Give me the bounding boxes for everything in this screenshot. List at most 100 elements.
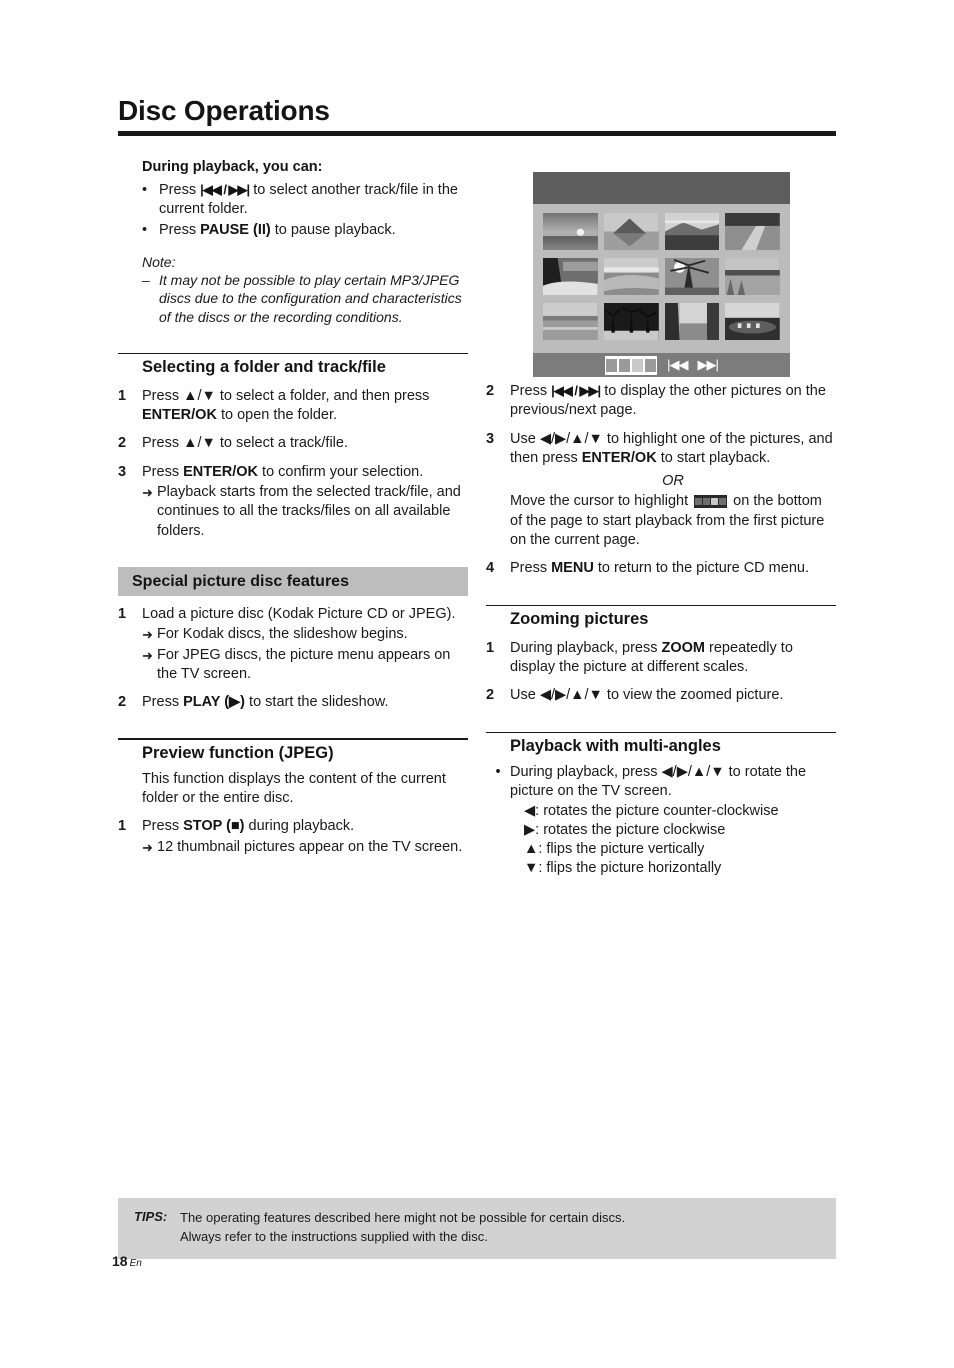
step-item: 2 Press ▲/▼ to select a track/file.: [118, 434, 468, 453]
prev-next-glyph: |◀◀ / ▶▶|: [200, 181, 250, 197]
step-item: 2 Use ◀/▶/▲/▼ to view the zoomed picture…: [486, 686, 836, 705]
tv-screen-header-bar: [533, 172, 790, 204]
bullet-text: Press |◀◀ / ▶▶| to select another track/…: [159, 181, 468, 220]
result-item: ➜ Playback starts from the selected trac…: [142, 483, 468, 541]
step-text: Press PLAY (▶) to start the slideshow.: [142, 693, 468, 712]
bullet-item: • Press |◀◀ / ▶▶| to select another trac…: [142, 181, 468, 220]
thumbnail-image: [603, 303, 659, 340]
page-number: 18 En: [112, 1253, 142, 1269]
thumbnail-image: [664, 213, 720, 250]
thumbnail-item: [725, 303, 780, 340]
thumbnail-image: [725, 258, 780, 295]
enter-ok-label: ENTER/OK: [183, 463, 259, 480]
bullet-marker: •: [142, 222, 148, 239]
step-text-b: to confirm your selection.: [258, 463, 424, 480]
or-label: OR: [662, 473, 684, 490]
thumbnail-image: [603, 213, 659, 250]
step-sentence: Press ENTER/OK to confirm your selection…: [142, 463, 468, 482]
language-code: En: [129, 1258, 142, 1269]
section-zooming-pictures: Zooming pictures 1 During playback, pres…: [486, 604, 836, 706]
thumbnail-image: [543, 258, 598, 295]
step-item: 2 Press PLAY (▶) to start the slideshow.: [118, 693, 468, 712]
thumbnail-image: [725, 303, 780, 340]
thumbnail-item: [543, 303, 598, 340]
step-text: Use ◀/▶/▲/▼ to highlight one of the pict…: [510, 430, 836, 551]
during-playback-heading: During playback, you can:: [142, 159, 323, 175]
filmstrip-cell: [695, 496, 703, 508]
step-number: 2: [486, 383, 495, 399]
note-label: Note:: [142, 253, 176, 270]
step-item: 1 Press STOP (■) during playback. ➜ 12 t…: [118, 817, 468, 857]
step-text-a: Press: [142, 463, 184, 480]
bullet-item: • During playback, press ◀/▶/▲/▼ to rota…: [486, 763, 836, 879]
section-preview-function: Preview function (JPEG) This function di…: [118, 738, 468, 856]
step-item: 1 Load a picture disc (Kodak Picture CD …: [118, 605, 468, 684]
result-text: Playback starts from the selected track/…: [157, 483, 461, 539]
filmstrip-cell: [619, 356, 631, 374]
filmstrip-icon[interactable]: [605, 355, 658, 375]
note-item: – It may not be possible to play certain…: [142, 271, 468, 327]
note-text: It may not be possible to play certain M…: [159, 271, 462, 325]
filmstrip-cell: [606, 356, 618, 374]
step-text-a: Press: [510, 383, 552, 399]
bullet-item: • Press PAUSE (II) to pause playback.: [142, 221, 468, 240]
step-text-b: during playback.: [244, 818, 355, 835]
multiangle-sub-line: ▲: flips the picture vertically: [524, 841, 705, 858]
zoom-button-label: ZOOM: [661, 639, 706, 656]
step-text-a: During playback, press: [510, 639, 662, 656]
tv-screen-illustration: |◀◀ ▶▶|: [533, 172, 790, 377]
tips-label: TIPS:: [134, 1209, 168, 1224]
note-marker: –: [142, 271, 150, 288]
section-title: Zooming pictures: [510, 610, 649, 629]
section-title: Special picture disc features: [132, 572, 349, 590]
menu-button-label: MENU: [551, 560, 594, 577]
section-divider: [486, 731, 836, 734]
section-divider: [486, 604, 836, 607]
next-page-icon[interactable]: ▶▶|: [698, 357, 719, 373]
step-text-a: Press ▲/▼ to select a folder, and then p…: [142, 387, 430, 404]
thumbnail-item: [603, 303, 659, 340]
arrow-right-icon: ➜: [142, 839, 153, 855]
thumbnail-image: [603, 258, 659, 295]
step-sentence: Press STOP (■) during playback.: [142, 817, 468, 836]
thumbnail-item: [664, 258, 720, 295]
section-title: Playback with multi-angles: [510, 737, 721, 756]
previous-page-icon[interactable]: |◀◀: [667, 357, 688, 373]
step-text: Press ENTER/OK to confirm your selection…: [142, 463, 468, 541]
step-sentence: Use ◀/▶/▲/▼ to highlight one of the pict…: [510, 430, 836, 469]
step-item: 1 During playback, press ZOOM repeatedly…: [486, 639, 836, 678]
page-title: Disc Operations: [118, 95, 330, 126]
step-text: Press STOP (■) during playback. ➜ 12 thu…: [142, 817, 468, 857]
arrow-right-icon: ➜: [142, 627, 153, 643]
multiangle-sub-line: ▶: rotates the picture clockwise: [524, 821, 726, 838]
bullet-suffix: to pause playback.: [270, 222, 396, 239]
section-multi-angles: Playback with multi-angles • During play…: [486, 731, 836, 879]
page-number-value: 18: [112, 1253, 128, 1269]
step-text-b: to start the slideshow.: [245, 694, 389, 711]
section-band: Special picture disc features: [118, 566, 468, 596]
thumbnail-image: [725, 213, 780, 250]
bullet-prefix: Press: [159, 222, 201, 239]
filmstrip-cell: [645, 356, 657, 374]
step-item: 4 Press MENU to return to the picture CD…: [486, 559, 836, 578]
section-divider: [118, 352, 468, 355]
step-text-b: to start playback.: [656, 449, 771, 466]
result-text: For Kodak discs, the slideshow begins.: [157, 626, 408, 643]
step-text-a: Press: [142, 694, 184, 711]
step-text: Press |◀◀ / ▶▶| to display the other pic…: [510, 382, 836, 421]
step-text: Press MENU to return to the picture CD m…: [510, 559, 836, 578]
thumbnail-item: [543, 258, 598, 295]
tips-line: Always refer to the instructions supplie…: [180, 1228, 488, 1244]
tips-content: The operating features described here mi…: [180, 1209, 836, 1247]
bullet-text: During playback, press ◀/▶/▲/▼ to rotate…: [510, 763, 836, 879]
result-text: 12 thumbnail pictures appear on the TV s…: [157, 838, 463, 855]
prev-next-glyph: |◀◀ / ▶▶|: [551, 383, 601, 398]
bullet-marker: •: [142, 181, 148, 198]
or-text-a: Move the cursor to highlight: [510, 493, 693, 510]
right-column: 2 Press |◀◀ / ▶▶| to display the other p…: [486, 382, 836, 879]
step-number: 1: [118, 387, 127, 404]
step-number: 3: [118, 463, 127, 480]
multiangle-sub-line: ▼: flips the picture horizontally: [524, 860, 722, 877]
filmstrip-cell: [711, 496, 719, 508]
enter-ok-label: ENTER/OK: [142, 407, 217, 424]
